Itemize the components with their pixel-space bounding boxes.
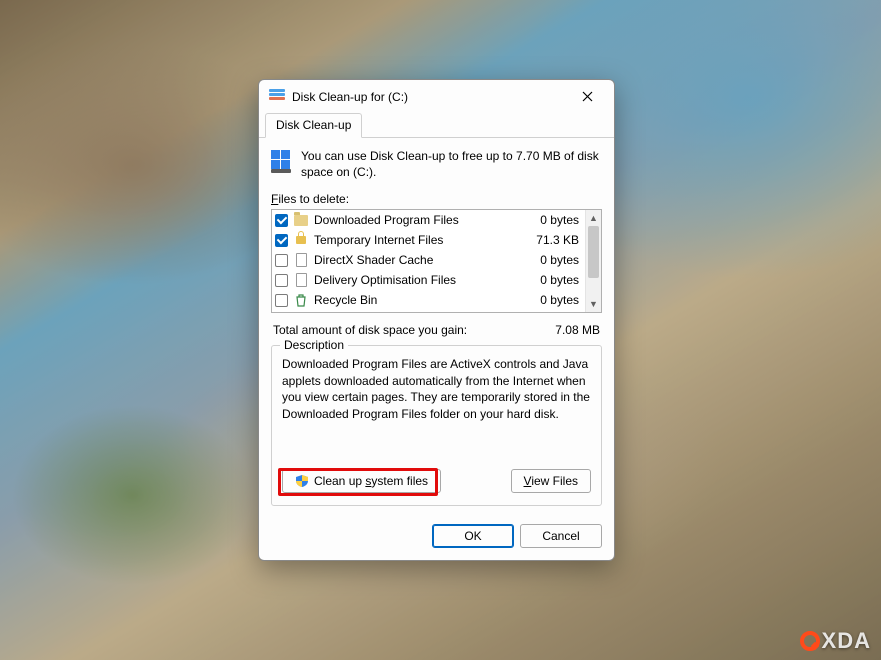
scroll-down-icon[interactable]: ▼: [586, 296, 601, 312]
file-name: Delivery Optimisation Files: [314, 273, 514, 287]
file-row[interactable]: Temporary Internet Files 71.3 KB: [272, 230, 585, 250]
disk-cleanup-dialog: Disk Clean-up for (C:) Disk Clean-up You…: [258, 79, 615, 561]
file-checkbox[interactable]: [275, 254, 288, 267]
file-name: Downloaded Program Files: [314, 213, 514, 227]
total-label: Total amount of disk space you gain:: [273, 323, 555, 337]
file-size: 71.3 KB: [519, 233, 579, 247]
file-row[interactable]: DirectX Shader Cache 0 bytes: [272, 250, 585, 270]
cleanup-system-files-button[interactable]: Clean up system files: [282, 469, 441, 493]
scroll-thumb[interactable]: [588, 226, 599, 278]
watermark: XDA: [800, 628, 871, 654]
dialog-footer: OK Cancel: [259, 514, 614, 560]
watermark-logo-icon: [800, 631, 820, 651]
drive-icon: [271, 148, 291, 180]
info-text: You can use Disk Clean-up to free up to …: [301, 148, 602, 180]
total-value: 7.08 MB: [555, 323, 600, 337]
titlebar[interactable]: Disk Clean-up for (C:): [259, 80, 614, 110]
scrollbar[interactable]: ▲ ▼: [585, 210, 601, 312]
file-name: Temporary Internet Files: [314, 233, 514, 247]
description-title: Description: [280, 338, 348, 352]
file-size: 0 bytes: [519, 213, 579, 227]
view-files-button[interactable]: View Files: [511, 469, 591, 493]
file-checkbox[interactable]: [275, 294, 288, 307]
watermark-text: XDA: [822, 628, 871, 654]
tab-disk-cleanup[interactable]: Disk Clean-up: [265, 113, 362, 138]
lock-icon: [293, 232, 309, 248]
recycle-icon: [293, 292, 309, 308]
tab-strip: Disk Clean-up: [259, 110, 614, 138]
description-group: Description Downloaded Program Files are…: [271, 345, 602, 505]
page-icon: [293, 252, 309, 268]
close-icon: [582, 91, 593, 102]
file-size: 0 bytes: [519, 293, 579, 307]
file-checkbox[interactable]: [275, 274, 288, 287]
file-size: 0 bytes: [519, 253, 579, 267]
files-listbox[interactable]: Downloaded Program Files 0 bytes Temporary…: [271, 209, 602, 313]
scroll-up-icon[interactable]: ▲: [586, 210, 601, 226]
file-name: Recycle Bin: [314, 293, 514, 307]
file-row[interactable]: Delivery Optimisation Files 0 bytes: [272, 270, 585, 290]
file-checkbox[interactable]: [275, 234, 288, 247]
ok-button[interactable]: OK: [432, 524, 514, 548]
description-text: Downloaded Program Files are ActiveX con…: [282, 356, 591, 422]
disk-cleanup-icon: [269, 89, 285, 105]
file-size: 0 bytes: [519, 273, 579, 287]
file-row[interactable]: Downloaded Program Files 0 bytes: [272, 210, 585, 230]
close-button[interactable]: [568, 84, 606, 110]
file-row[interactable]: Recycle Bin 0 bytes: [272, 290, 585, 310]
uac-shield-icon: [295, 474, 309, 488]
folder-icon: [293, 212, 309, 228]
cancel-button[interactable]: Cancel: [520, 524, 602, 548]
info-row: You can use Disk Clean-up to free up to …: [271, 148, 602, 180]
file-name: DirectX Shader Cache: [314, 253, 514, 267]
files-to-delete-label: Files to delete:: [271, 192, 602, 206]
total-row: Total amount of disk space you gain: 7.0…: [273, 323, 600, 337]
window-title: Disk Clean-up for (C:): [292, 90, 568, 104]
page-icon: [293, 272, 309, 288]
file-checkbox[interactable]: [275, 214, 288, 227]
